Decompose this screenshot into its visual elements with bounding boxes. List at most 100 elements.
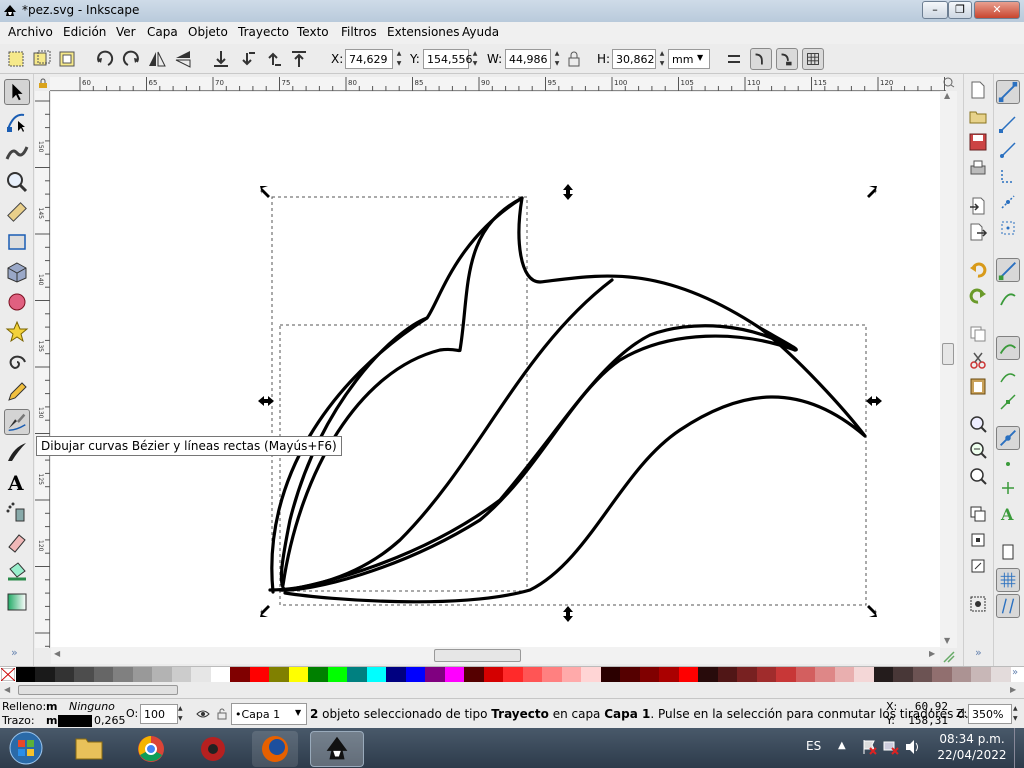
rotate-ccw-icon[interactable] [94,48,116,70]
drawing-canvas[interactable] [51,92,940,647]
vertical-ruler[interactable]: 150 145 140 135 130 125 120 [35,91,50,648]
pencil-tool-icon[interactable] [4,379,30,405]
color-swatch[interactable] [561,667,582,682]
color-swatch[interactable] [366,667,387,682]
snap-enable-icon[interactable] [996,80,1020,104]
x-field[interactable]: 74,629 [345,49,393,69]
paint-bucket-tool-icon[interactable] [4,559,30,585]
spiral-tool-icon[interactable] [4,349,30,375]
snap-text-baseline-icon[interactable]: A [998,504,1018,524]
snap-others-icon[interactable] [996,426,1020,450]
vertical-scrollbar[interactable]: ▲ ▼ [940,91,957,648]
undo-icon[interactable] [968,260,988,280]
raise-icon[interactable] [262,48,284,70]
zoom-selection-icon[interactable] [968,414,988,434]
stroke-color-swatch[interactable] [58,715,92,727]
language-indicator[interactable]: ES [806,739,821,753]
layer-lock-icon[interactable] [216,707,228,721]
import-icon[interactable] [968,196,988,216]
copy-icon[interactable] [968,324,988,344]
snap-bbox-edge-icon[interactable] [998,140,1018,160]
snap-bbox-corner-icon[interactable] [998,166,1018,186]
print-icon[interactable] [968,158,988,178]
raise-to-top-icon[interactable] [288,48,310,70]
menu-capa[interactable]: Capa [147,25,178,39]
scroll-up-icon[interactable]: ▲ [944,91,950,100]
snap-smooth-nodes-icon[interactable] [998,366,1018,386]
flag-notification-icon[interactable] [860,738,878,756]
show-hidden-icons-icon[interactable]: ▲ [838,740,846,751]
color-swatch[interactable] [776,667,797,682]
rectangle-tool-icon[interactable] [4,229,30,255]
color-swatch[interactable] [854,667,875,682]
node-tool-icon[interactable] [4,109,30,135]
horizontal-ruler[interactable]: 60 65 70 75 80 85 90 95 100 105 110 115 120 [50,77,946,91]
paste-icon[interactable] [968,376,988,396]
star-tool-icon[interactable] [4,319,30,345]
zoom-tool-icon[interactable] [4,169,30,195]
palette-scroll-right-icon[interactable]: ▶ [1010,685,1016,694]
color-swatch[interactable] [93,667,114,682]
open-folder-icon[interactable] [968,106,988,126]
color-swatch[interactable] [659,667,680,682]
fill-value[interactable]: Ninguno [69,700,115,713]
color-swatch[interactable] [932,667,953,682]
color-swatch[interactable] [405,667,426,682]
scale-corners-icon[interactable] [750,48,772,70]
lower-icon[interactable] [236,48,258,70]
palette-scroll-left-icon[interactable]: ◀ [4,685,10,694]
settings-app-icon[interactable] [190,731,236,767]
scroll-left-icon[interactable]: ◀ [54,649,60,658]
network-icon[interactable] [882,738,900,756]
clock-time[interactable]: 08:34 p.m. [936,732,1008,746]
close-button[interactable]: ✕ [974,1,1020,19]
clone-icon[interactable] [968,530,988,550]
color-swatch[interactable] [873,667,894,682]
inkscape-taskbar-icon[interactable] [310,731,364,767]
y-spinner[interactable]: ▲ ▼ [470,49,480,69]
commands-overflow-icon[interactable]: » [975,646,982,659]
selector-tool-icon[interactable] [4,79,30,105]
snap-grid-icon[interactable] [996,568,1020,592]
horizontal-scrollbar[interactable]: ◀ ▶ [51,647,940,664]
color-swatch[interactable] [620,667,641,682]
measure-tool-icon[interactable] [4,199,30,225]
palette-menu-icon[interactable]: » [1012,667,1018,678]
w-field[interactable]: 44,986 [505,49,551,69]
color-swatch[interactable] [444,667,465,682]
move-patterns-icon[interactable] [802,48,824,70]
color-swatch[interactable] [815,667,836,682]
color-swatch[interactable] [74,667,95,682]
no-paint-swatch-icon[interactable] [1,668,15,681]
rotate-cw-icon[interactable] [120,48,142,70]
stroke-width[interactable]: 0,265 [94,714,126,727]
color-swatch[interactable] [581,667,602,682]
color-swatch[interactable] [795,667,816,682]
file-explorer-icon[interactable] [66,731,112,767]
menu-ver[interactable]: Ver [116,25,136,39]
cut-icon[interactable] [968,350,988,370]
color-swatch[interactable] [171,667,192,682]
h-spinner[interactable]: ▲ ▼ [657,49,667,69]
horizontal-scroll-thumb[interactable] [434,649,521,662]
show-desktop-button[interactable] [1014,728,1024,768]
color-swatch[interactable] [54,667,75,682]
color-swatch[interactable] [308,667,329,682]
color-swatch[interactable] [503,667,524,682]
color-swatch[interactable] [191,667,212,682]
color-swatch[interactable] [717,667,738,682]
w-spinner[interactable]: ▲ ▼ [552,49,562,69]
color-swatch[interactable] [698,667,719,682]
y-field[interactable]: 154,556 [423,49,473,69]
text-tool-icon[interactable]: A [4,469,30,495]
color-swatch[interactable] [288,667,309,682]
select-all-layers-icon[interactable] [31,48,53,70]
color-swatch[interactable] [990,667,1011,682]
color-swatch[interactable] [425,667,446,682]
snap-cusp-nodes-icon[interactable] [996,336,1020,360]
menu-edicion[interactable]: Edición [63,25,106,39]
color-swatch[interactable] [522,667,543,682]
color-swatch[interactable] [464,667,485,682]
color-swatch[interactable] [113,667,134,682]
color-swatch[interactable] [893,667,914,682]
